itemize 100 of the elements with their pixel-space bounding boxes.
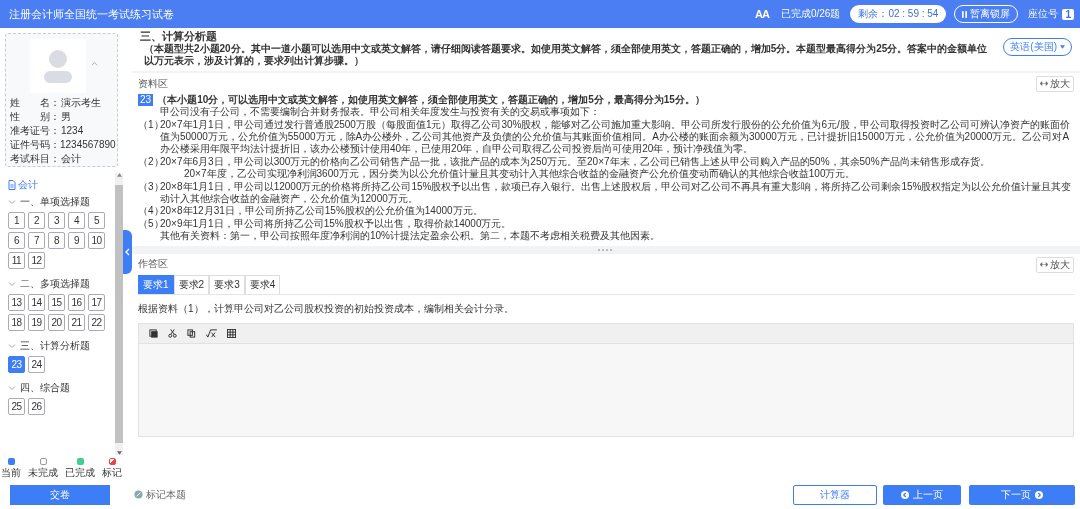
seat-label: 座位号 (1028, 7, 1059, 21)
requirement-tab[interactable]: 要求1 (138, 274, 174, 294)
question-button[interactable]: 21 (68, 314, 85, 331)
caret-up-icon[interactable] (91, 61, 98, 66)
calculator-button[interactable]: 计算器 (793, 484, 877, 505)
question-button[interactable]: 11 (8, 252, 25, 269)
requirement-prompt: 根据资料（1），计算甲公司对乙公司股权投资的初始投资成本，编制相关会计分录。 (138, 302, 515, 316)
legend-label: 未完成 (28, 466, 58, 480)
document-icon (8, 180, 16, 190)
question-button[interactable]: 3 (48, 212, 65, 229)
scroll-up-icon[interactable] (116, 173, 122, 177)
question-button[interactable]: 15 (48, 294, 65, 311)
scroll-down-icon[interactable] (116, 451, 122, 455)
caret-down-icon (1060, 45, 1065, 49)
chevron-left-icon (125, 248, 130, 256)
material-paragraph: 其他有关资料：第一，甲公司按照年度净利润的10%计提法定盈余公积。第二，本题不考虑相关税费及其他因素。 (160, 230, 660, 242)
panel-label: 资料区 (138, 77, 168, 90)
material-paragraph: 甲公司没有子公司，不需要编制合并财务报表。甲公司相关年度发生与投资有关的交易或事项如下： (160, 106, 600, 118)
question-button[interactable]: 9 (68, 232, 85, 249)
section-title[interactable]: 三、计算分析题 (20, 339, 90, 353)
question-button[interactable]: 10 (88, 232, 105, 249)
requirement-tab[interactable]: 要求2 (173, 274, 210, 294)
question-button[interactable]: 13 (8, 294, 25, 311)
question-button[interactable]: 25 (8, 398, 25, 415)
question-button[interactable]: 17 (88, 294, 105, 311)
expand-icon (1040, 262, 1048, 268)
question-button[interactable]: 22 (88, 314, 105, 331)
question-button[interactable]: 7 (28, 232, 45, 249)
next-page-button[interactable]: 下一页 (969, 484, 1075, 505)
field-label: 证件号码： (10, 138, 60, 152)
expand-button[interactable]: 放大 (1036, 256, 1074, 273)
exam-title: 注册会计师全国统一考试练习试卷 (9, 6, 175, 22)
paste-icon[interactable] (149, 329, 158, 339)
expand-icon (1040, 81, 1048, 87)
material-paragraph: 20×8年12月31日，甲公司所持乙公司15%股权的公允价值为14000万元。 (160, 205, 483, 218)
scissors-icon[interactable] (168, 329, 177, 339)
legend-label: 已完成 (65, 466, 95, 480)
item-marker: （3） (138, 180, 160, 194)
formula-icon[interactable] (206, 329, 217, 339)
question-button[interactable]: 20 (48, 314, 65, 331)
item-marker: （2） (138, 155, 160, 169)
section-title[interactable]: 四、综合题 (20, 381, 70, 395)
field-value: 1234 (61, 124, 84, 138)
panel-label: 作答区 (138, 258, 168, 271)
pause-icon (962, 10, 968, 18)
question-button[interactable]: 18 (8, 314, 25, 331)
timer-badge: 剩余：02 : 59 : 54 (850, 5, 947, 23)
section-title[interactable]: 一、单项选择题 (20, 195, 90, 209)
item-marker: （4） (138, 205, 160, 218)
material-paragraph: 20×8年1月1日，甲公司以12000万元的价格将所持乙公司15%股权予以出售，款项已存入银行。出售上述股权后，甲公司对乙公司不再具有重大影响，将所持乙公司剩余15%股权指定为以公允价值计量且其变动计入其他综合收益的金融资产，公允价值为12000万元。 (160, 180, 1073, 205)
question-button[interactable]: 5 (88, 212, 105, 229)
expand-button[interactable]: 放大 (1036, 75, 1074, 92)
resize-handle-icon[interactable] (598, 248, 614, 251)
requirement-tab[interactable]: 要求3 (209, 274, 245, 294)
legend-label: 当前 (1, 466, 21, 480)
previous-page-button[interactable]: 上一页 (883, 484, 961, 505)
question-button[interactable]: 1 (8, 212, 25, 229)
language-dropdown[interactable]: 英语(美国) (1003, 38, 1072, 56)
question-button[interactable]: 12 (28, 252, 45, 269)
subject-label[interactable]: 会计 (18, 178, 38, 192)
submit-button[interactable]: 交卷 (10, 484, 110, 505)
material-paragraph: 20×7年度，乙公司实现净利润3600万元，因分类为以公允价值计量且其变动计入其他综合收益的金融资产公允价值变动而确认的其他综合收益100万元。 (184, 168, 856, 180)
field-label: 性 别： (10, 110, 61, 124)
field-value: 男 (61, 110, 71, 124)
question-intro: （本小题10分，可以选用中文或英文解答，如使用英文解答，须全部使用英文，答题正确的，增加5分，最高得分为15分。） (157, 93, 705, 106)
question-button[interactable]: 26 (28, 398, 45, 415)
question-button[interactable]: 8 (48, 232, 65, 249)
font-size-button[interactable]: AA (755, 8, 769, 20)
requirement-tab[interactable]: 要求4 (244, 274, 281, 294)
field-label: 姓 名： (10, 96, 61, 110)
section-title[interactable]: 二、多项选择题 (20, 277, 90, 291)
seat-number: 1 (1062, 8, 1074, 20)
legend-label: 标记 (102, 466, 122, 480)
section-title: 三、计算分析题 (140, 30, 218, 43)
question-button[interactable]: 24 (28, 356, 45, 373)
material-paragraph: 20×7年1月1日，甲公司通过发行普通股2500万股（每股面值1元）取得乙公司30%股权，能够对乙公司施加重大影响。甲公司所发行股份的公允价值为6元/股，甲公司取得投资时乙公司可辨认净资产的账面价值为50000万元，公允价值为55000万元，除A办公楼外，乙公司其他资产及负债的公允价值与其账面价值相同。A办公楼的账面余额为30000万元，已计提折旧15000万元，公允价值为20000万元。乙公司对A办公楼采用年限平均法计提折旧，该办公楼预计使用40年，已使用20年，自甲公司取得乙公司投资后尚可使用20年，预计净残值为零。 (160, 118, 1071, 156)
question-button[interactable]: 2 (28, 212, 45, 229)
mark-question-button[interactable]: 标记本题 (134, 487, 186, 502)
field-value: 演示考生 (61, 96, 101, 110)
material-paragraph: 20×9年1月1日，甲公司将所持乙公司15%股权予以出售，取得价款14000万元。 (160, 217, 512, 230)
field-value: 1234567890 (60, 138, 116, 152)
question-button[interactable]: 14 (28, 294, 45, 311)
question-button[interactable]: 6 (8, 232, 25, 249)
question-button[interactable]: 16 (68, 294, 85, 311)
question-button[interactable]: 23 (8, 356, 25, 373)
item-marker: （1） (138, 118, 160, 132)
field-label: 考试科目： (10, 152, 61, 166)
copy-icon[interactable] (187, 329, 196, 339)
question-button[interactable]: 19 (28, 314, 45, 331)
collapse-tab[interactable] (123, 230, 132, 274)
question-button[interactable]: 4 (68, 212, 85, 229)
material-paragraph: 20×7年6月3日，甲公司以300万元的价格向乙公司销售产品一批，该批产品的成本为250万元。至20×7年末，乙公司已销售上述从甲公司购入产品的50%，其余50%产品尚未销售形成存货。 (160, 155, 990, 168)
table-icon[interactable] (227, 329, 236, 339)
field-value: 会计 (61, 152, 81, 166)
question-number: 23 (138, 93, 154, 107)
chevron-right-icon (1035, 490, 1043, 499)
field-label: 准考证号： (10, 124, 61, 138)
progress-text: 已完成0/26题 (780, 7, 841, 21)
chevron-left-icon (901, 490, 909, 499)
item-marker: （5） (138, 217, 160, 230)
